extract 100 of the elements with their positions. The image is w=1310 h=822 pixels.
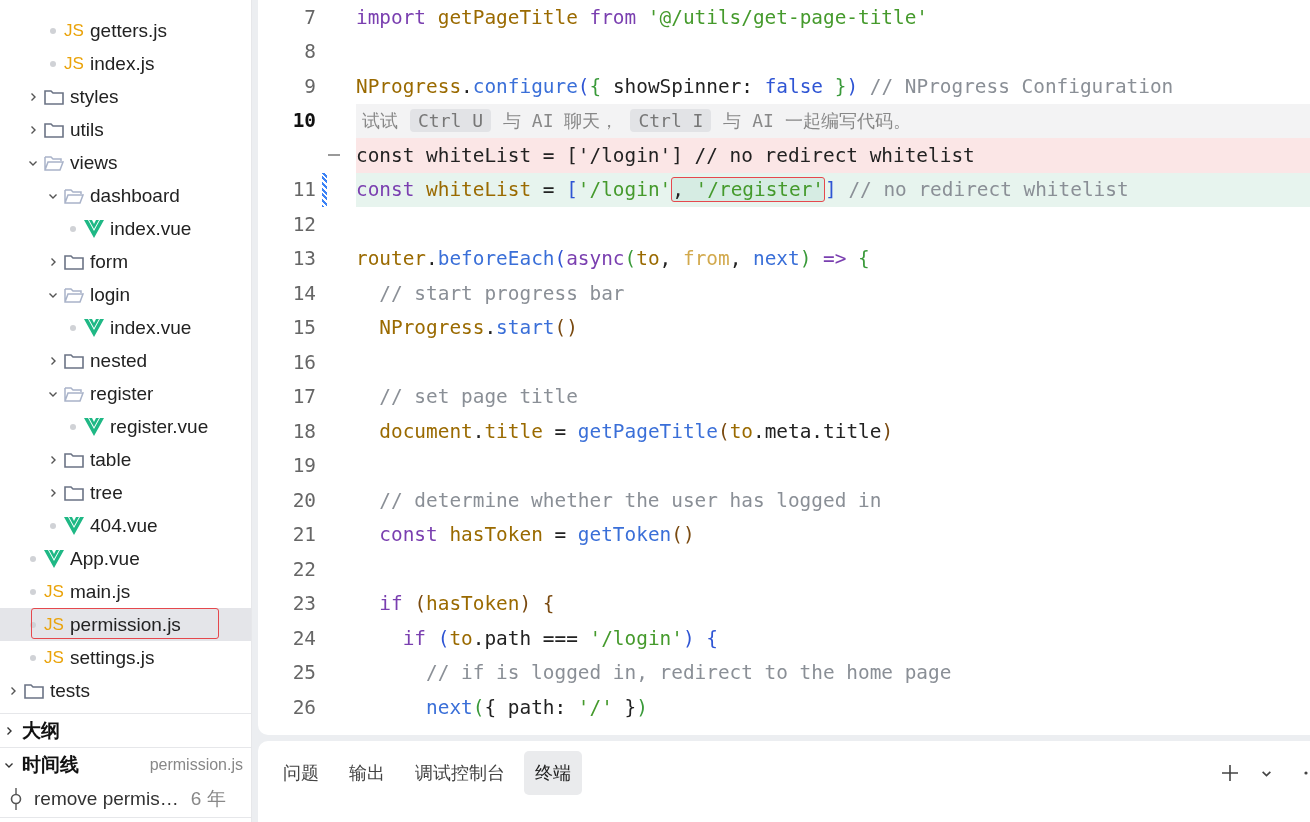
- code-line: document.title = getPageTitle(to.meta.title): [378, 419, 894, 443]
- file-tree-item[interactable]: views: [0, 146, 251, 179]
- line-number: 26: [291, 695, 316, 719]
- code-line: NProgress.start(): [378, 316, 578, 340]
- panel-tab[interactable]: 输出: [338, 751, 396, 795]
- file-tree-item[interactable]: JS settings.js: [0, 641, 251, 674]
- code-line: const hasToken = getToken(): [378, 523, 695, 547]
- annotation-box: , '/register': [671, 177, 826, 203]
- code-line: import getPageTitle from '@/utils/get-page-title': [356, 5, 929, 29]
- shortcut-key: Ctrl U: [410, 109, 492, 133]
- timeline-entry[interactable]: remove permis… 6 年: [0, 781, 251, 817]
- folder-icon: [64, 484, 84, 501]
- line-number: 18: [291, 419, 316, 443]
- hint-text: 与 AI 一起编写代码。: [723, 108, 911, 133]
- vue-file-icon: [84, 318, 104, 337]
- file-tree-item[interactable]: table: [0, 443, 251, 476]
- line-number: 13: [291, 247, 316, 271]
- file-tree-item[interactable]: index.vue: [0, 311, 251, 344]
- vue-file-icon: [84, 417, 104, 436]
- bullet-icon: [50, 522, 56, 529]
- vue-file-icon: [44, 549, 64, 568]
- line-number: 12: [291, 212, 316, 236]
- file-tree-item[interactable]: utils: [0, 113, 251, 146]
- file-tree-item[interactable]: JS index.js: [0, 47, 251, 80]
- file-tree-item[interactable]: tree: [0, 476, 251, 509]
- folder-icon: [24, 682, 44, 699]
- file-tree-item[interactable]: styles: [0, 80, 251, 113]
- bullet-icon: [50, 60, 56, 67]
- file-tree-item[interactable]: dashboard: [0, 179, 251, 212]
- js-file-icon: JS: [64, 20, 84, 41]
- file-tree-item[interactable]: form: [0, 245, 251, 278]
- vue-file-icon: [64, 516, 84, 535]
- file-tree-item[interactable]: 404.vue: [0, 509, 251, 542]
- file-tree-item[interactable]: login: [0, 278, 251, 311]
- line-number: 14: [291, 281, 316, 305]
- bullet-icon: [30, 555, 36, 562]
- code-line: router.beforeEach(async(to, from, next) => {: [356, 247, 870, 271]
- line-number: 15: [291, 316, 316, 340]
- file-tree-item[interactable]: register.vue: [0, 410, 251, 443]
- open-folder-icon: [64, 385, 84, 402]
- code-line: NProgress.configure({ showSpinner: false }) // NProgress Configuration: [356, 74, 1174, 98]
- file-tree-item[interactable]: tests: [0, 674, 251, 707]
- hint-text: 与 AI 聊天，: [503, 108, 619, 133]
- line-number: 11: [291, 178, 316, 202]
- folder-icon: [44, 121, 64, 138]
- panel-tab[interactable]: 终端: [524, 751, 582, 795]
- panel-tab[interactable]: 调试控制台: [404, 751, 516, 795]
- folder-icon: [44, 88, 64, 105]
- line-number: 19: [291, 454, 316, 478]
- code-line: // set page title: [378, 385, 578, 409]
- hint-text: 试试: [362, 108, 398, 133]
- bullet-icon: [30, 588, 36, 595]
- panel-tab[interactable]: 问题: [272, 751, 330, 795]
- add-icon[interactable]: [1221, 764, 1239, 782]
- section-header[interactable]: 时间线 permission.js: [0, 748, 251, 781]
- line-number: 10: [291, 109, 316, 133]
- file-tree-item[interactable]: JS getters.js: [0, 14, 251, 47]
- line-number: 9: [303, 74, 316, 98]
- open-folder-icon: [64, 286, 84, 303]
- code-line: // start progress bar: [378, 281, 625, 305]
- js-file-icon: JS: [64, 53, 84, 74]
- line-number: 24: [291, 626, 316, 650]
- file-tree-item[interactable]: index.vue: [0, 212, 251, 245]
- code-line: if (hasToken) {: [378, 592, 555, 616]
- commit-icon: [10, 788, 22, 810]
- bullet-icon: [70, 225, 76, 232]
- code-line: if (to.path === '/login') {: [401, 626, 718, 650]
- code-line: // determine whether the user has logged in: [378, 488, 882, 512]
- line-number: 7: [303, 5, 316, 29]
- line-number: 22: [291, 557, 316, 581]
- folder-icon: [64, 253, 84, 270]
- line-number: 20: [291, 488, 316, 512]
- vue-file-icon: [84, 219, 104, 238]
- code-line: // if is logged in, redirect to the home page: [425, 661, 952, 685]
- bullet-icon: [70, 423, 76, 430]
- line-number: 17: [291, 385, 316, 409]
- line-number: 23: [291, 592, 316, 616]
- deleted-line-marker: [328, 154, 340, 156]
- open-folder-icon: [44, 154, 64, 171]
- file-tree-item[interactable]: JS permission.js: [0, 608, 251, 641]
- js-file-icon: JS: [44, 614, 64, 635]
- section-header[interactable]: 大纲: [0, 714, 251, 747]
- bullet-icon: [30, 654, 36, 661]
- line-number: 16: [291, 350, 316, 374]
- bullet-icon: [30, 621, 36, 628]
- line-number: 8: [303, 40, 316, 64]
- file-tree-item[interactable]: JS main.js: [0, 575, 251, 608]
- folder-icon: [64, 352, 84, 369]
- file-tree-item[interactable]: nested: [0, 344, 251, 377]
- line-number: 25: [291, 661, 316, 685]
- folder-icon: [64, 451, 84, 468]
- bullet-icon: [70, 324, 76, 331]
- bullet-icon: [50, 27, 56, 34]
- js-file-icon: JS: [44, 581, 64, 602]
- file-tree-item[interactable]: register: [0, 377, 251, 410]
- code-line: next({ path: '/' }): [425, 695, 648, 719]
- line-number: 21: [291, 523, 316, 547]
- file-tree-item[interactable]: App.vue: [0, 542, 251, 575]
- js-file-icon: JS: [44, 647, 64, 668]
- shortcut-key: Ctrl I: [630, 109, 712, 133]
